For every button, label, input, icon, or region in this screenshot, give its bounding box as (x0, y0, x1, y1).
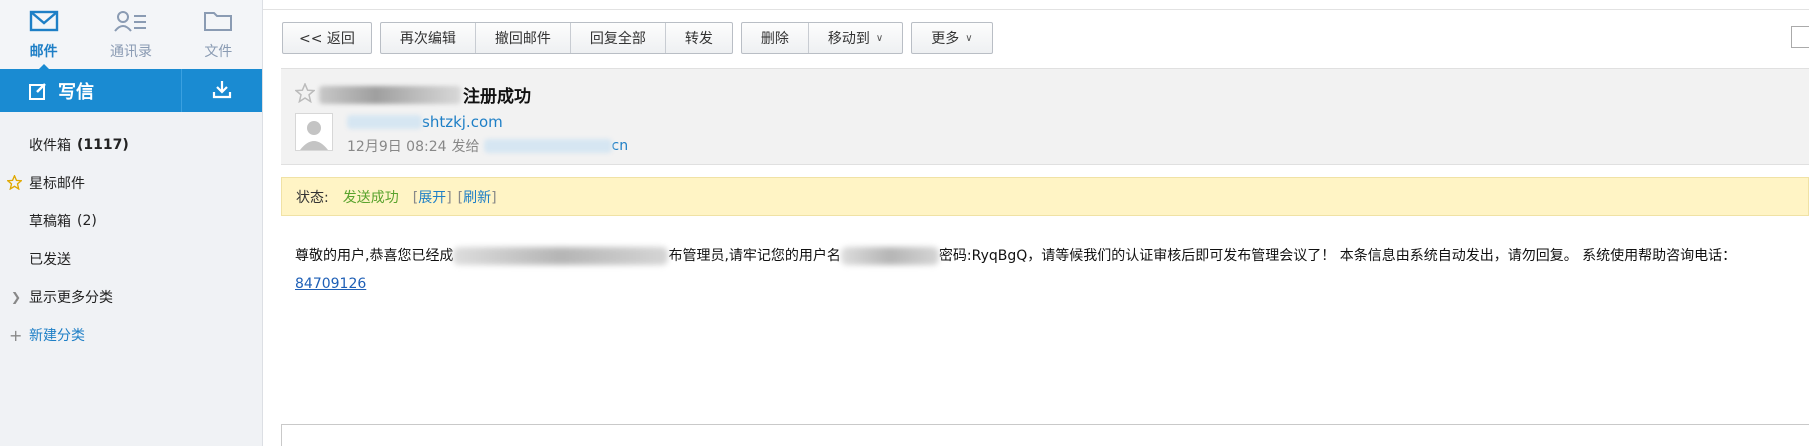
mail-meta: 12月9日 08:24 发给 cn (347, 136, 628, 156)
sender-domain: shtzkj.com (422, 113, 503, 131)
inbox-count: (1117) (77, 137, 129, 153)
manage-group: 删除 移动到 ∨ (740, 22, 904, 54)
nav-contacts-label: 通讯录 (109, 43, 152, 60)
folder-sent[interactable]: 已发送 (0, 240, 262, 278)
top-nav: 邮件 通讯录 文件 (0, 0, 262, 70)
chevron-down-icon: ∨ (875, 32, 884, 44)
body-part-3: 密码:RyqBgQ，请等候我们的认证审核后即可发布管理会议了！ 本条信息由系统自… (938, 248, 1737, 264)
mail-body: 尊敬的用户,恭喜您已经成 布管理员,请牢记您的用户名 密码:RyqBgQ，请等候我们… (295, 245, 1803, 267)
nav-contacts[interactable]: 通讯录 (87, 0, 174, 69)
move-to-button[interactable]: 移动到 ∨ (809, 23, 902, 53)
avatar (295, 113, 333, 151)
new-category-label: 新建分类 (29, 328, 85, 344)
back-group: << 返回 (282, 22, 372, 54)
more-group: 更多 ∨ (911, 22, 993, 54)
quick-reply-box[interactable] (281, 424, 1809, 446)
nav-mail[interactable]: 邮件 (0, 0, 87, 70)
compose-bar: 写信 (0, 69, 262, 112)
compose-icon (28, 81, 48, 101)
status-label: 状态: (296, 189, 329, 206)
edit-again-button[interactable]: 再次编辑 (381, 23, 476, 53)
sidebar: 邮件 通讯录 文件 写信 收件箱 (1117) 星标邮件 草稿箱 (2) 已发送… (0, 0, 263, 446)
chevron-right-icon: ❯ (11, 290, 22, 304)
contacts-icon (113, 9, 149, 37)
redacted-body-2 (840, 247, 939, 265)
star-outline-icon[interactable] (294, 81, 316, 107)
toolbar: << 返回 再次编辑 撤回邮件 回复全部 转发 删除 移动到 ∨ 更多 ∨ (282, 22, 1001, 54)
refresh-label: 刷新 (463, 189, 492, 206)
star-icon (6, 174, 23, 194)
refresh-link[interactable]: [刷新] (458, 187, 497, 207)
delete-button[interactable]: 删除 (742, 23, 809, 53)
folder-starred[interactable]: 星标邮件 (0, 164, 262, 202)
folder-sent-label: 已发送 (29, 252, 71, 268)
more-button[interactable]: 更多 ∨ (912, 23, 991, 53)
redacted-body-1 (453, 247, 669, 265)
compose-label: 写信 (58, 81, 94, 103)
mail-header: 注册成功 shtzkj.com 12月9日 08:24 发给 cn (281, 68, 1809, 165)
subject-line: 注册成功 (294, 81, 531, 107)
body-part-2: 布管理员,请牢记您的用户名 (668, 248, 841, 264)
folder-inbox[interactable]: 收件箱 (1117) (0, 126, 262, 164)
redacted-subject (319, 85, 461, 104)
mail-date: 12月9日 08:24 (347, 139, 447, 155)
popout-icon[interactable] (1791, 26, 1809, 48)
subject-title: 注册成功 (463, 87, 531, 107)
more-label: 更多 (931, 31, 960, 47)
nav-files[interactable]: 文件 (175, 0, 262, 69)
folder-drafts[interactable]: 草稿箱 (2) (0, 202, 262, 240)
expand-link[interactable]: [展开] (413, 187, 452, 207)
drafts-count: (2) (77, 213, 97, 229)
back-button[interactable]: << 返回 (283, 23, 371, 53)
status-bar: 状态: 发送成功 [展开] [刷新] (281, 177, 1809, 216)
chevron-down-icon: ∨ (965, 32, 973, 44)
body-part-1: 尊敬的用户,恭喜您已经成 (295, 248, 454, 264)
phone-link[interactable]: 84709126 (295, 276, 366, 292)
sender-address[interactable]: shtzkj.com (347, 113, 503, 131)
sent-to-label: 发给 (451, 139, 480, 155)
recall-button[interactable]: 撤回邮件 (476, 23, 571, 53)
nav-files-label: 文件 (204, 43, 233, 60)
download-button[interactable] (182, 69, 262, 112)
download-icon (212, 79, 232, 103)
action-group: 再次编辑 撤回邮件 回复全部 转发 (379, 22, 733, 54)
move-to-label: 移动到 (827, 31, 870, 47)
plus-icon: + (9, 325, 23, 345)
folder-inbox-label: 收件箱 (29, 138, 71, 154)
redacted-recipient (483, 139, 612, 153)
folder-drafts-label: 草稿箱 (29, 214, 71, 230)
reply-all-button[interactable]: 回复全部 (571, 23, 666, 53)
person-icon (300, 121, 328, 150)
mail-icon (29, 9, 59, 37)
redacted-sender (347, 115, 422, 129)
nav-mail-label: 邮件 (29, 43, 58, 60)
compose-button[interactable]: 写信 (0, 69, 182, 112)
show-more-categories[interactable]: ❯ 显示更多分类 (0, 278, 262, 316)
forward-button[interactable]: 转发 (666, 23, 732, 53)
top-divider (263, 0, 1809, 10)
expand-label: 展开 (418, 189, 447, 206)
new-category[interactable]: + 新建分类 (0, 316, 262, 354)
folder-starred-label: 星标邮件 (29, 176, 85, 192)
show-more-label: 显示更多分类 (29, 290, 113, 306)
folder-list: 收件箱 (1117) 星标邮件 草稿箱 (2) 已发送 ❯ 显示更多分类 + 新… (0, 112, 262, 354)
main-pane: << 返回 再次编辑 撤回邮件 回复全部 转发 删除 移动到 ∨ 更多 ∨ 注册… (263, 0, 1809, 446)
recipient-address[interactable]: cn (483, 138, 629, 154)
folder-icon (203, 9, 233, 37)
status-value: 发送成功 (342, 189, 399, 206)
mail-app: 邮件 通讯录 文件 写信 收件箱 (1117) 星标邮件 草稿箱 (2) 已发送… (0, 0, 1809, 446)
recipient-domain: cn (611, 138, 629, 154)
